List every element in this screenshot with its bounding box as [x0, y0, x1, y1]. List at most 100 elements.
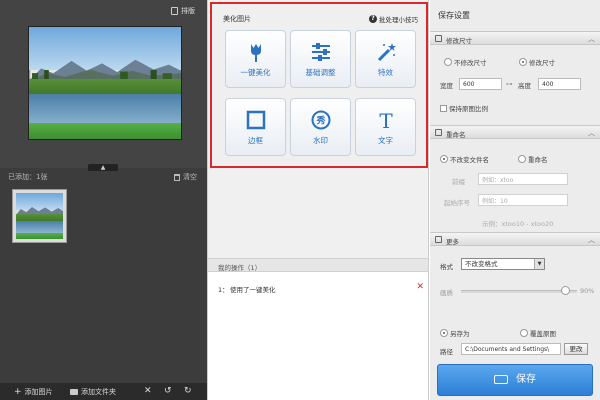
more-section-title: 更多 [446, 238, 459, 246]
keep-ratio-checkbox[interactable] [440, 104, 447, 112]
no-rename-radio[interactable] [440, 155, 448, 163]
clear-label: 清空 [183, 173, 197, 181]
svg-text:T: T [379, 109, 393, 131]
resize-option[interactable]: 修改尺寸 [519, 57, 555, 67]
path-input[interactable] [461, 343, 561, 355]
height-input[interactable] [538, 78, 581, 90]
height-label: 高度 [518, 82, 531, 90]
quality-value: 90% [580, 287, 595, 295]
frame-icon [246, 110, 265, 130]
save-as-option[interactable]: 另存为 [440, 328, 470, 338]
rename-radio[interactable] [518, 155, 526, 163]
tool-label: 基础调整 [305, 68, 336, 77]
watermark-icon: 秀 [311, 110, 330, 130]
tips-link[interactable]: ? 批处理小技巧 [369, 14, 418, 24]
keep-ratio-option[interactable]: 保持原图比例 [440, 103, 488, 113]
no-rename-option[interactable]: 不改变文件名 [440, 154, 489, 164]
add-folder-button[interactable]: 添加文件夹 [70, 387, 116, 397]
no-resize-radio[interactable] [444, 58, 452, 66]
resize-label: 修改尺寸 [529, 59, 555, 67]
tool-label: 一键美化 [240, 68, 271, 77]
start-number-label: 起始序号 [444, 199, 470, 207]
size-section-header[interactable]: 修改尺寸 ︿ [430, 31, 600, 45]
prefix-label: 前缀 [452, 178, 465, 186]
width-label: 宽度 [440, 82, 453, 90]
quality-slider-handle[interactable] [560, 286, 570, 295]
format-label: 格式 [440, 263, 453, 271]
resize-icon [435, 35, 442, 42]
more-section-header[interactable]: 更多 ︿ [430, 232, 600, 246]
tool-basic-adjust[interactable]: 基础调整 [290, 30, 351, 88]
save-icon [494, 374, 508, 384]
start-number-input[interactable] [478, 194, 568, 206]
add-image-button[interactable]: + 添加图片 [14, 387, 53, 397]
preview-area: 排版 [0, 0, 207, 168]
clear-button[interactable]: 清空 [174, 172, 197, 182]
close-icon[interactable]: ✕ [416, 282, 424, 292]
added-count: 已添加：1张 [8, 173, 48, 181]
sliders-icon [311, 43, 330, 61]
no-resize-label: 不修改尺寸 [454, 59, 487, 67]
no-resize-option[interactable]: 不修改尺寸 [444, 57, 487, 67]
tool-watermark[interactable]: 秀 水印 [290, 98, 351, 156]
save-settings-panel: 保存设置 修改尺寸 ︿ 不修改尺寸 修改尺寸 宽度 ⊶ 高度 保持原图比例 重命… [430, 0, 600, 400]
image-thumbnail[interactable] [12, 189, 67, 243]
tool-label: 水印 [313, 136, 328, 145]
tool-text[interactable]: T 文字 [355, 98, 416, 156]
chevron-up-icon: ︿ [588, 35, 595, 43]
left-toolbar: + 添加图片 添加文件夹 ✕ ↺ ↻ [0, 383, 207, 400]
save-button-label: 保存 [516, 374, 536, 385]
tool-auto-beautify[interactable]: 一键美化 [225, 30, 286, 88]
op-number: 1： [218, 286, 229, 294]
save-button[interactable]: 保存 [437, 364, 593, 396]
operations-header: 我的操作（1） [208, 258, 428, 272]
text-icon: T [379, 109, 393, 131]
sort-button[interactable]: 排版 [171, 6, 195, 16]
delete-icon[interactable]: ✕ [144, 386, 152, 396]
rotate-left-icon[interactable]: ↺ [164, 386, 172, 396]
browse-button[interactable]: 更改 [564, 343, 588, 355]
svg-text:秀: 秀 [315, 115, 325, 127]
tulip-icon [250, 44, 261, 62]
tool-frame[interactable]: 边框 [225, 98, 286, 156]
save-as-radio[interactable] [440, 329, 448, 337]
size-section-title: 修改尺寸 [446, 37, 472, 45]
width-input[interactable] [459, 78, 502, 90]
tips-label: 批处理小技巧 [379, 16, 418, 24]
quality-slider-track[interactable] [461, 290, 577, 293]
link-icon[interactable]: ⊶ [506, 80, 513, 88]
tool-label: 边框 [248, 136, 263, 145]
overwrite-radio[interactable] [520, 329, 528, 337]
overwrite-option[interactable]: 覆盖原图 [520, 328, 556, 338]
rotate-right-icon[interactable]: ↻ [184, 386, 192, 396]
rename-option[interactable]: 重命名 [518, 154, 548, 164]
rename-section-header[interactable]: 重命名 ︿ [430, 125, 600, 139]
format-select[interactable]: 不改变格式 ▼ [461, 258, 545, 270]
operations-list: 1： 使用了一键美化 ✕ [208, 272, 428, 400]
rename-icon [435, 129, 442, 136]
op-text: 使用了一键美化 [230, 286, 276, 294]
chevron-up-icon: ︿ [588, 236, 595, 244]
tool-effects[interactable]: 特效 [355, 30, 416, 88]
more-icon [435, 236, 442, 243]
format-value: 不改变格式 [465, 260, 498, 268]
main-preview-image [28, 26, 182, 140]
folder-icon [70, 389, 78, 395]
resize-radio[interactable] [519, 58, 527, 66]
added-bar: 已添加：1张 清空 [0, 168, 207, 184]
prefix-input[interactable] [478, 173, 568, 185]
left-panel: 排版 ▲ 已添加：1张 清空 + 添加图片 添加文件夹 ✕ ↺ ↻ [0, 0, 207, 400]
help-icon: ? [369, 15, 377, 23]
beautify-panel: 美化图片 ? 批处理小技巧 一键美化 基础调整 特效 边框 秀 水印 T 文字 [210, 2, 428, 168]
magic-wand-icon [377, 43, 396, 62]
tool-label: 文字 [378, 136, 393, 145]
overwrite-label: 覆盖原图 [530, 330, 556, 338]
rename-label: 重命名 [528, 156, 548, 164]
tool-label: 特效 [378, 68, 393, 77]
add-image-label: 添加图片 [24, 388, 53, 396]
add-folder-label: 添加文件夹 [81, 388, 116, 396]
list-item[interactable]: 1： 使用了一键美化 ✕ [208, 282, 428, 294]
save-as-label: 另存为 [450, 330, 470, 338]
path-label: 路径 [440, 348, 453, 356]
no-rename-label: 不改变文件名 [450, 156, 489, 164]
